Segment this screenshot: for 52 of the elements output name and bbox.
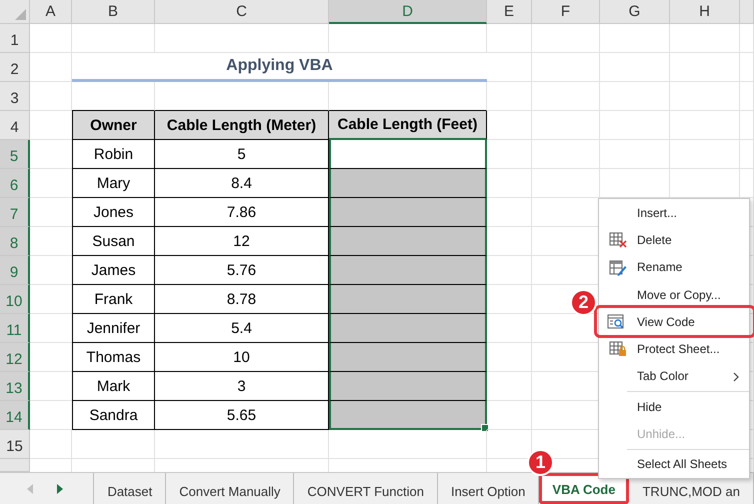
row-header[interactable]: 13 — [0, 372, 30, 401]
column-header[interactable]: G — [600, 0, 670, 24]
table-cell: Frank — [72, 285, 155, 314]
column-header[interactable]: F — [532, 0, 600, 24]
column-header[interactable]: C — [155, 0, 329, 24]
row-header[interactable]: 7 — [0, 198, 30, 227]
row-header[interactable]: 6 — [0, 169, 30, 198]
column-header[interactable]: D — [329, 0, 487, 24]
step-badge: 2 — [570, 289, 597, 316]
menu-item[interactable]: Tab Color — [599, 362, 749, 390]
sheet-tab[interactable]: Dataset — [94, 473, 166, 504]
menu-item[interactable]: Protect Sheet... — [599, 335, 749, 363]
sheet-tab[interactable]: VBA Code — [539, 473, 630, 504]
menu-item[interactable]: Move or Copy... — [599, 280, 749, 308]
table-cell: 5 — [155, 140, 329, 169]
sheet-tab[interactable]: Convert Manually — [166, 473, 294, 504]
table-cell: Robin — [72, 140, 155, 169]
table-cell: Thomas — [72, 343, 155, 372]
sheet-tab[interactable]: CONVERT Function — [294, 473, 438, 504]
table-cell: Jones — [72, 198, 155, 227]
column-header[interactable]: H — [670, 0, 740, 24]
row-header[interactable]: 14 — [0, 401, 30, 430]
step-badge: 1 — [527, 449, 554, 476]
row-header[interactable]: 5 — [0, 140, 30, 169]
column-header[interactable]: B — [72, 0, 155, 24]
table-cell: Jennifer — [72, 314, 155, 343]
column-header[interactable]: A — [30, 0, 72, 24]
row-header[interactable]: 4 — [0, 111, 30, 140]
row-header[interactable]: 2 — [0, 53, 30, 82]
row-header[interactable]: 11 — [0, 314, 30, 343]
menu-item[interactable]: Insert... — [599, 199, 749, 226]
table-cell: Susan — [72, 227, 155, 256]
row-header[interactable]: 9 — [0, 256, 30, 285]
menu-item[interactable]: Hide — [599, 393, 749, 420]
table-cell: Mary — [72, 169, 155, 198]
row-header[interactable]: 15 — [0, 430, 30, 459]
table-cell: Mark — [72, 372, 155, 401]
row-header[interactable]: 3 — [0, 82, 30, 111]
table-cell: James — [72, 256, 155, 285]
column-heading: Cable Length (Feet) — [329, 111, 487, 140]
menu-item[interactable]: Rename — [599, 254, 749, 281]
column-heading: Owner — [72, 111, 155, 140]
row-header[interactable]: 1 — [0, 24, 30, 53]
row-header[interactable]: 12 — [0, 343, 30, 372]
column-heading: Cable Length (Meter) — [155, 111, 329, 140]
row-header[interactable]: 10 — [0, 285, 30, 314]
sheet-title: Applying VBA — [72, 53, 487, 82]
menu-item[interactable]: View Code — [597, 308, 753, 336]
table-cell: Sandra — [72, 401, 155, 430]
row-header[interactable]: 8 — [0, 227, 30, 256]
column-header[interactable]: E — [487, 0, 532, 24]
menu-item[interactable]: Delete — [599, 226, 749, 254]
